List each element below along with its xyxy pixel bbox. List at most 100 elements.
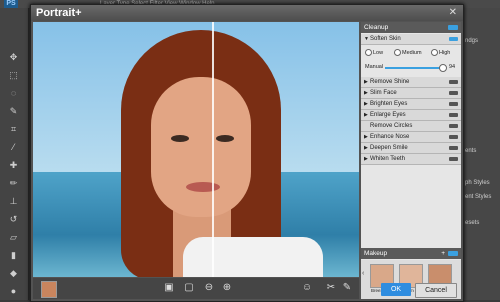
effect-row[interactable]: ▶ Enlarge Eyes <box>361 110 461 121</box>
effect-row[interactable]: ▶ Slim Face <box>361 88 461 99</box>
radio-label: High <box>439 49 451 56</box>
effect-toggle[interactable] <box>449 80 458 84</box>
blur-icon[interactable]: ◆ <box>7 268 20 279</box>
soften-skin-label: Soften Skin <box>370 36 401 42</box>
move-tool-icon[interactable]: ✥ <box>7 52 20 63</box>
effect-label: Slim Face <box>370 90 397 96</box>
chevron-right-icon: ▶ <box>364 112 368 118</box>
effect-row[interactable]: ▶ Brighten Eyes <box>361 99 461 110</box>
subject-lips <box>186 182 220 192</box>
effect-toggle[interactable] <box>449 102 458 106</box>
effect-label: Enhance Nose <box>370 134 410 140</box>
makeup-header[interactable]: Makeup + <box>361 248 461 259</box>
right-panel-label: ents <box>465 148 477 154</box>
history-brush-icon[interactable]: ↺ <box>7 214 20 225</box>
dialog-title: Portrait+ <box>36 7 82 19</box>
manual-label: Manual <box>365 64 384 70</box>
chevron-right-icon: ▶ <box>364 134 368 140</box>
effect-label: Enlarge Eyes <box>370 112 406 118</box>
clone-stamp-icon[interactable]: ⊥ <box>7 196 20 207</box>
quick-select-icon[interactable]: ✎ <box>7 106 20 117</box>
portrait-plus-dialog: Portrait+ ✕ ▣ ▢ ⊖ ⊕ ☺ ✂ ✎ Cleanup ▼ Soft… <box>30 4 464 302</box>
dodge-icon[interactable]: ● <box>7 286 20 297</box>
effect-label: Deepen Smile <box>370 145 408 151</box>
radio-dot <box>365 49 372 56</box>
effect-row[interactable]: ▶ Deepen Smile <box>361 143 461 154</box>
cleanup-label: Cleanup <box>364 24 389 31</box>
marquee-tool-icon[interactable]: ⬚ <box>7 70 20 81</box>
effect-label: Whiten Teeth <box>370 156 405 162</box>
chevron-right-icon: ▶ <box>364 101 368 107</box>
effect-row[interactable]: ▶ Remove Shine <box>361 77 461 88</box>
effect-toggle[interactable] <box>449 146 458 150</box>
chevron-down-icon: ▼ <box>364 36 369 42</box>
right-eye <box>216 135 234 142</box>
radio-dot <box>394 49 401 56</box>
effect-toggle[interactable] <box>449 91 458 95</box>
zoom-out-icon[interactable]: ⊖ <box>203 282 215 294</box>
paint-brush-icon[interactable]: ✎ <box>341 282 353 294</box>
chevron-left-icon[interactable]: ‹ <box>362 270 364 277</box>
effect-toggle[interactable] <box>449 157 458 161</box>
radio-label: Low <box>373 49 384 56</box>
eraser-icon[interactable]: ▱ <box>7 232 20 243</box>
effect-label: Brighten Eyes <box>370 101 408 107</box>
face-detect-icon[interactable]: ☺ <box>301 282 313 294</box>
ok-button[interactable]: OK <box>381 283 411 296</box>
effect-label: Remove Shine <box>370 79 410 85</box>
makeup-toggle[interactable] <box>448 251 458 256</box>
effect-toggle[interactable] <box>449 113 458 117</box>
radio-medium[interactable]: Medium <box>394 49 422 56</box>
radio-high[interactable]: High <box>431 49 450 56</box>
subject-face <box>151 77 251 217</box>
right-panel-label: ent Styles <box>465 194 492 200</box>
radio-dot <box>431 49 438 56</box>
dialog-titlebar[interactable]: Portrait+ ✕ <box>31 5 463 21</box>
before-after-splitter[interactable] <box>212 22 214 277</box>
effect-toggle[interactable] <box>449 135 458 139</box>
crop-tool-icon[interactable]: ⌗ <box>7 124 20 135</box>
chevron-right-icon: ▶ <box>364 156 368 162</box>
manual-slider-knob[interactable] <box>439 64 447 72</box>
left-eye <box>171 135 189 142</box>
cleanup-toggle[interactable] <box>448 25 458 30</box>
effect-toggle[interactable] <box>449 124 458 128</box>
soften-skin-row[interactable]: ▼ Soften Skin <box>361 34 461 45</box>
lasso-tool-icon[interactable]: ◌ <box>7 88 20 99</box>
single-view-icon[interactable]: ▢ <box>183 282 195 294</box>
image-thumbnail[interactable] <box>41 281 57 298</box>
effect-row[interactable]: ▶ Enhance Nose <box>361 132 461 143</box>
split-view-icon[interactable]: ▣ <box>163 282 175 294</box>
add-icon[interactable]: + <box>441 248 445 259</box>
manual-value: 94 <box>449 64 456 70</box>
preview-toolbar: ▣ ▢ ⊖ ⊕ ☺ ✂ ✎ <box>33 278 359 299</box>
right-panel-label: ph Styles <box>465 180 490 186</box>
soften-skin-toggle[interactable] <box>449 37 458 41</box>
brush-tool-icon[interactable]: ✏ <box>7 178 20 189</box>
radio-label: Medium <box>402 49 422 56</box>
cleanup-header[interactable]: Cleanup <box>361 22 461 33</box>
zoom-in-icon[interactable]: ⊕ <box>221 282 233 294</box>
subject-shirt <box>183 237 323 277</box>
radio-low[interactable]: Low <box>365 49 383 56</box>
effect-label: Remove Circles <box>370 123 413 129</box>
eyedropper-icon[interactable]: ⁄ <box>7 142 20 153</box>
chevron-right-icon: ▶ <box>364 79 368 85</box>
chevron-right-icon: ▶ <box>364 145 368 151</box>
cancel-button[interactable]: Cancel <box>415 283 457 298</box>
effect-row[interactable]: Remove Circles <box>361 121 461 132</box>
effect-row[interactable]: ▶ Whiten Teeth <box>361 154 461 165</box>
gradient-icon[interactable]: ▮ <box>7 250 20 261</box>
makeup-label: Makeup <box>364 250 388 257</box>
chevron-right-icon: ▶ <box>364 90 368 96</box>
close-icon[interactable]: ✕ <box>449 7 457 18</box>
right-panel-label: esets <box>465 220 480 226</box>
right-panel-label: ndgs <box>465 38 479 44</box>
healing-brush-icon[interactable]: ✚ <box>7 160 20 171</box>
preview-image[interactable] <box>33 22 359 277</box>
photoshop-toolbar: ✥ ⬚ ◌ ✎ ⌗ ⁄ ✚ ✏ ⊥ ↺ ▱ ▮ ◆ ● <box>0 8 29 300</box>
manual-slider-track[interactable] <box>385 67 443 69</box>
adjustments-panel: Cleanup ▼ Soften Skin Low Medium High Ma… <box>361 22 461 299</box>
eraser-brush-icon[interactable]: ✂ <box>325 282 337 294</box>
photoshop-logo: PS <box>4 0 18 8</box>
